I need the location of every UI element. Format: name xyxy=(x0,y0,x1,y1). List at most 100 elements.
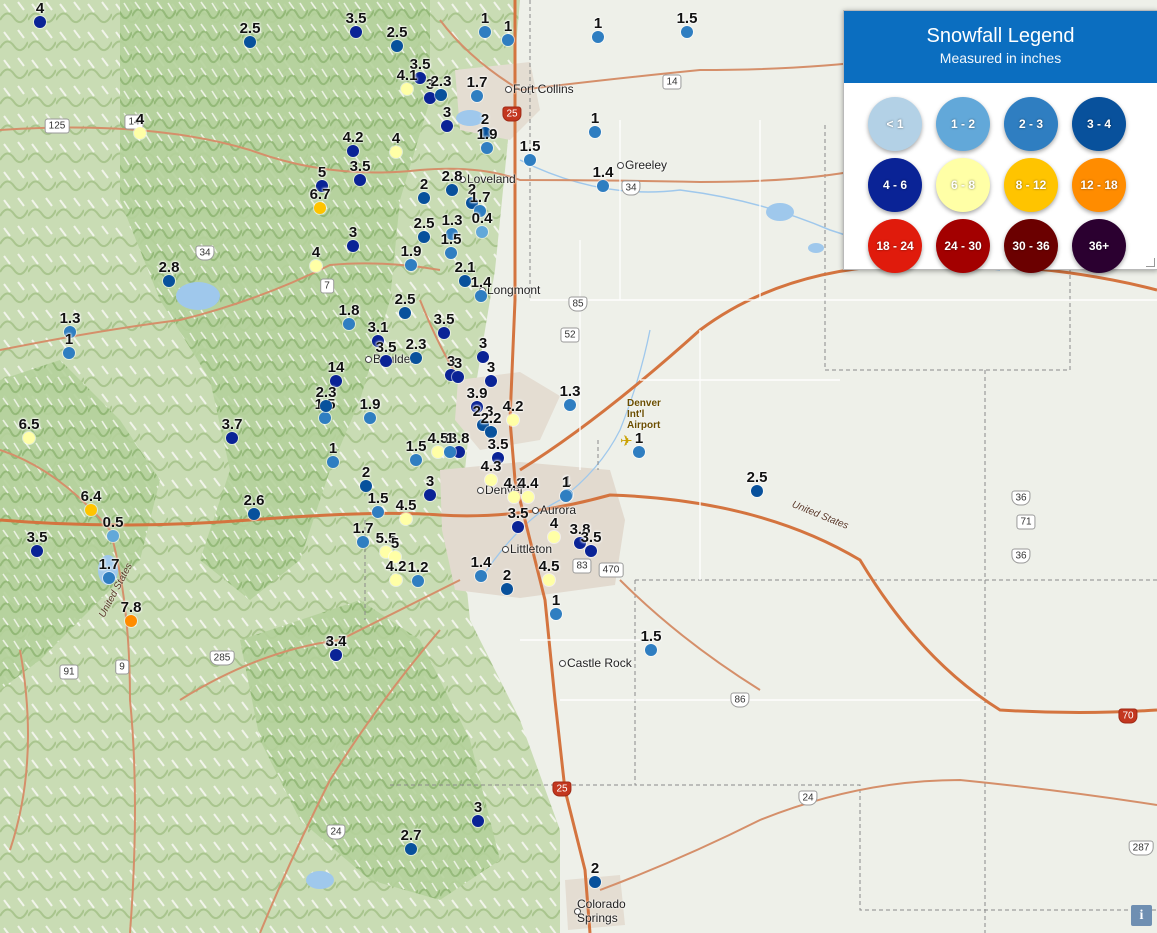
station-marker[interactable] xyxy=(512,521,524,533)
station-marker[interactable] xyxy=(550,608,562,620)
station-marker[interactable] xyxy=(633,446,645,458)
station-marker[interactable] xyxy=(452,371,464,383)
station-marker[interactable] xyxy=(23,432,35,444)
station-marker[interactable] xyxy=(501,583,513,595)
station-marker[interactable] xyxy=(597,180,609,192)
station-marker[interactable] xyxy=(360,480,372,492)
station-marker[interactable] xyxy=(390,574,402,586)
station-marker[interactable] xyxy=(399,307,411,319)
station-marker[interactable] xyxy=(751,485,763,497)
station-marker[interactable] xyxy=(418,192,430,204)
station-marker[interactable] xyxy=(475,570,487,582)
station-marker[interactable] xyxy=(400,513,412,525)
station-marker[interactable] xyxy=(474,205,486,217)
station-marker[interactable] xyxy=(548,531,560,543)
station-marker[interactable] xyxy=(592,31,604,43)
station-marker[interactable] xyxy=(85,504,97,516)
station-marker[interactable] xyxy=(564,399,576,411)
station-marker[interactable] xyxy=(446,228,458,240)
station-marker[interactable] xyxy=(391,40,403,52)
station-marker[interactable] xyxy=(441,120,453,132)
station-marker[interactable] xyxy=(507,414,519,426)
station-marker[interactable] xyxy=(459,275,471,287)
station-marker[interactable] xyxy=(502,34,514,46)
station-marker[interactable] xyxy=(350,26,362,38)
station-marker[interactable] xyxy=(412,575,424,587)
station-marker[interactable] xyxy=(410,352,422,364)
station-marker[interactable] xyxy=(320,400,332,412)
station-marker[interactable] xyxy=(445,247,457,259)
snowfall-legend: Snowfall Legend Measured in inches < 1 1 … xyxy=(843,10,1157,273)
station-marker[interactable] xyxy=(226,432,238,444)
station-marker[interactable] xyxy=(681,26,693,38)
station-marker[interactable] xyxy=(343,318,355,330)
station-marker[interactable] xyxy=(103,572,115,584)
station-marker[interactable] xyxy=(330,375,342,387)
station-marker[interactable] xyxy=(248,508,260,520)
station-marker[interactable] xyxy=(492,452,504,464)
station-marker[interactable] xyxy=(485,474,497,486)
station-marker[interactable] xyxy=(438,327,450,339)
station-marker[interactable] xyxy=(585,545,597,557)
station-marker[interactable] xyxy=(435,89,447,101)
city-label: Aurora xyxy=(540,503,577,517)
station-marker[interactable] xyxy=(163,275,175,287)
station-marker[interactable] xyxy=(244,36,256,48)
station-marker[interactable] xyxy=(485,375,497,387)
station-marker[interactable] xyxy=(64,326,76,338)
station-marker[interactable] xyxy=(316,180,328,192)
station-marker[interactable] xyxy=(330,649,342,661)
station-marker[interactable] xyxy=(310,260,322,272)
station-marker[interactable] xyxy=(390,146,402,158)
station-marker[interactable] xyxy=(389,551,401,563)
station-marker[interactable] xyxy=(418,231,430,243)
station-marker[interactable] xyxy=(560,490,572,502)
station-marker[interactable] xyxy=(471,90,483,102)
station-marker[interactable] xyxy=(589,876,601,888)
station-marker[interactable] xyxy=(354,174,366,186)
station-marker[interactable] xyxy=(107,530,119,542)
station-marker[interactable] xyxy=(414,72,426,84)
station-marker[interactable] xyxy=(134,127,146,139)
station-marker[interactable] xyxy=(34,16,46,28)
station-marker[interactable] xyxy=(327,456,339,468)
station-marker[interactable] xyxy=(125,615,137,627)
station-marker[interactable] xyxy=(446,184,458,196)
station-marker[interactable] xyxy=(319,412,331,424)
station-marker[interactable] xyxy=(475,290,487,302)
station-marker[interactable] xyxy=(522,491,534,503)
station-marker[interactable] xyxy=(410,454,422,466)
station-marker[interactable] xyxy=(543,574,555,586)
station-marker[interactable] xyxy=(405,843,417,855)
station-marker[interactable] xyxy=(472,815,484,827)
station-marker[interactable] xyxy=(357,536,369,548)
station-marker[interactable] xyxy=(471,401,483,413)
resize-handle-icon[interactable] xyxy=(1146,258,1155,267)
station-marker[interactable] xyxy=(589,126,601,138)
station-marker[interactable] xyxy=(31,545,43,557)
station-marker[interactable] xyxy=(347,240,359,252)
station-marker[interactable] xyxy=(314,202,326,214)
station-marker[interactable] xyxy=(405,259,417,271)
station-marker[interactable] xyxy=(63,347,75,359)
station-marker[interactable] xyxy=(479,127,491,139)
station-marker[interactable] xyxy=(380,355,392,367)
station-marker[interactable] xyxy=(372,335,384,347)
station-marker[interactable] xyxy=(574,537,586,549)
info-button[interactable]: i xyxy=(1131,905,1152,926)
station-marker[interactable] xyxy=(645,644,657,656)
station-marker[interactable] xyxy=(372,506,384,518)
station-marker[interactable] xyxy=(424,489,436,501)
station-marker[interactable] xyxy=(481,142,493,154)
station-marker[interactable] xyxy=(432,446,444,458)
station-marker[interactable] xyxy=(444,446,456,458)
station-marker[interactable] xyxy=(477,351,489,363)
station-marker[interactable] xyxy=(524,154,536,166)
station-marker[interactable] xyxy=(401,83,413,95)
station-marker[interactable] xyxy=(476,226,488,238)
station-marker[interactable] xyxy=(364,412,376,424)
station-marker[interactable] xyxy=(508,491,520,503)
station-marker[interactable] xyxy=(485,426,497,438)
station-marker[interactable] xyxy=(479,26,491,38)
station-marker[interactable] xyxy=(347,145,359,157)
